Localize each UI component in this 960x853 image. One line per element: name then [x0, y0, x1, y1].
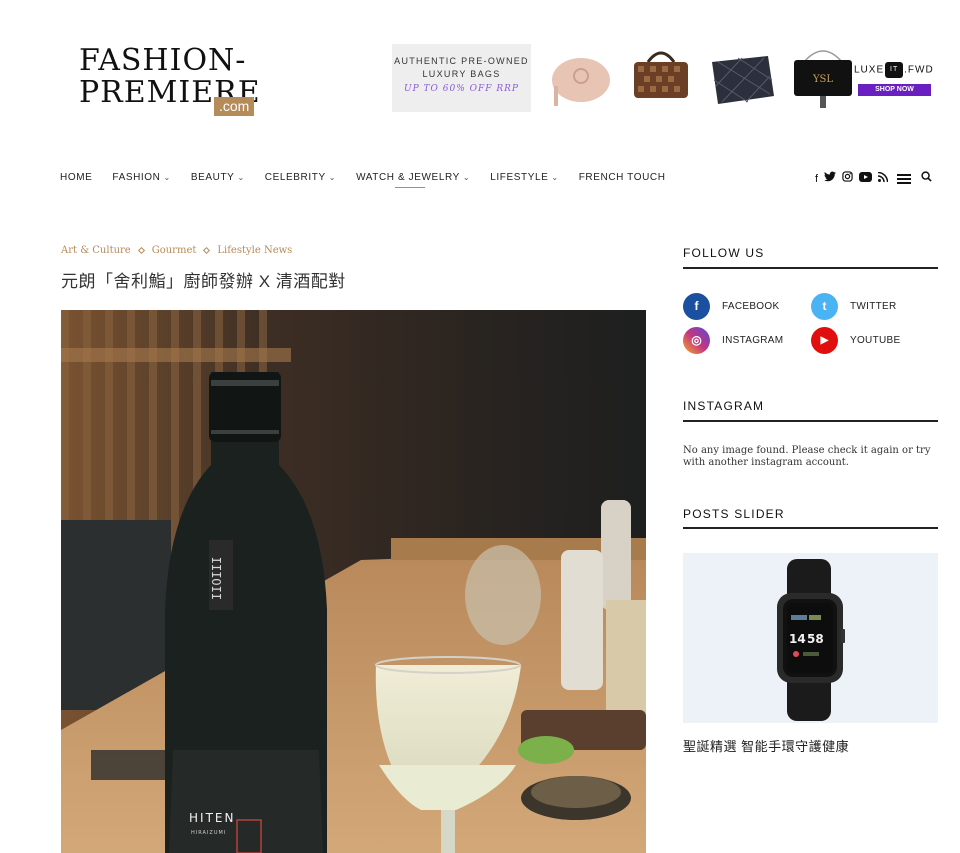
- main-nav: HOME FASHION ⌄ BEAUTY ⌄ CELEBRITY ⌄ WATCH & JEW…: [60, 171, 686, 188]
- nav-item-label: BEAUTY: [190, 172, 235, 183]
- featured-image[interactable]: IIOIII HITEN HIRAIZUMI: [61, 310, 646, 853]
- nav-item-label: LIFESTYLE: [490, 172, 549, 183]
- lock-icon: IT: [885, 62, 904, 78]
- quilted-bag-image: [712, 56, 774, 104]
- nav-item-fashion[interactable]: FASHION ⌄: [112, 171, 170, 187]
- nav-item-lifestyle[interactable]: LIFESTYLE ⌄: [490, 171, 559, 187]
- nav-item-label: FASHION: [112, 172, 161, 183]
- ad-banner[interactable]: AUTHENTIC PRE-OWNED LUXURY BAGS UP TO 60…: [392, 44, 938, 112]
- social-label-facebook: FACEBOOK: [722, 301, 780, 312]
- bottle-neck-text: IIOIII: [210, 557, 224, 600]
- search-icon[interactable]: [921, 171, 932, 186]
- brown-bag-image: [634, 51, 688, 98]
- youtube-icon: ▶: [811, 327, 838, 354]
- category-link[interactable]: Gourmet: [152, 245, 197, 256]
- facebook-icon[interactable]: f: [815, 172, 818, 186]
- banner-brand: LUXE IT .FWD: [854, 62, 934, 78]
- banner-text-box: AUTHENTIC PRE-OWNED LUXURY BAGS UP TO 60…: [392, 44, 531, 112]
- nav-item-label: CELEBRITY: [264, 172, 326, 183]
- social-label-youtube: YOUTUBE: [850, 335, 901, 346]
- site-logo[interactable]: FASHION- PREMIERE .com: [78, 43, 260, 120]
- category-link[interactable]: Lifestyle News: [217, 245, 292, 256]
- bottle-label: HITEN: [189, 811, 235, 825]
- posts-slider-rule: [683, 527, 938, 529]
- category-link[interactable]: Art & Culture: [61, 245, 131, 256]
- instagram-title: INSTAGRAM: [683, 399, 765, 413]
- slide-image[interactable]: 14 58: [683, 553, 938, 723]
- instagram-rule: [683, 420, 938, 422]
- social-twitter[interactable]: t TWITTER: [811, 293, 897, 320]
- chevron-down-icon: ⌄: [237, 173, 245, 182]
- brand-left: LUXE: [854, 64, 885, 76]
- logo-line-1: FASHION-: [79, 43, 247, 78]
- twitter-icon: t: [811, 293, 838, 320]
- watch-time-hours: 14: [789, 632, 806, 646]
- category-separator-icon: [137, 246, 145, 255]
- svg-text:YSL: YSL: [812, 74, 833, 85]
- chevron-down-icon: ⌄: [462, 173, 471, 182]
- social-label-instagram: INSTAGRAM: [722, 335, 784, 346]
- banner-line-3: UP TO 60% OFF RRP: [404, 84, 519, 94]
- brand-right: FWD: [907, 64, 934, 76]
- nav-item-french-touch[interactable]: FRENCH TOUCH: [579, 171, 666, 187]
- posts-slider-title: POSTS SLIDER: [683, 507, 785, 521]
- nav-item-beauty[interactable]: BEAUTY ⌄: [191, 171, 245, 187]
- nav-icons: f: [815, 171, 938, 186]
- social-instagram[interactable]: ◎ INSTAGRAM: [683, 327, 783, 354]
- instagram-icon: ◎: [683, 327, 710, 354]
- twitter-icon[interactable]: [824, 171, 837, 186]
- shop-now-button[interactable]: SHOP NOW: [858, 84, 931, 96]
- post-title[interactable]: 元朗「舍利鮨」廚師發辦 X 清酒配對: [61, 267, 346, 292]
- category-separator-icon: [203, 246, 211, 255]
- instagram-icon[interactable]: [842, 171, 853, 186]
- logo-suffix: .com: [214, 97, 255, 116]
- rss-icon[interactable]: [877, 171, 889, 186]
- social-label-twitter: TWITTER: [850, 301, 897, 312]
- social-youtube[interactable]: ▶ YOUTUBE: [811, 327, 900, 354]
- social-facebook[interactable]: f FACEBOOK: [683, 293, 779, 320]
- banner-line-1: AUTHENTIC PRE-OWNED: [394, 56, 529, 66]
- chevron-down-icon: ⌄: [163, 173, 171, 182]
- follow-us-rule: [683, 267, 938, 269]
- banner-line-2: LUXURY BAGS: [422, 69, 501, 79]
- slide-caption[interactable]: 聖誕精選 智能手環守護健康: [683, 736, 849, 755]
- pink-bag-image: [552, 58, 610, 106]
- nav-item-watch-jewelry[interactable]: WATCH & JEWELRY ⌄: [356, 171, 471, 188]
- watch-time-minutes: 58: [807, 632, 824, 646]
- youtube-icon[interactable]: [859, 171, 873, 186]
- nav-item-home[interactable]: HOME: [60, 171, 92, 187]
- menu-icon[interactable]: [897, 173, 912, 184]
- facebook-icon: f: [683, 293, 710, 320]
- nav-item-label: HOME: [60, 172, 93, 183]
- chevron-down-icon: ⌄: [551, 173, 559, 182]
- nav-item-celebrity[interactable]: CELEBRITY ⌄: [265, 171, 336, 187]
- follow-us-title: FOLLOW US: [683, 246, 765, 260]
- nav-item-label: FRENCH TOUCH: [578, 172, 666, 183]
- nav-item-label: WATCH & JEWELRY: [356, 172, 460, 183]
- instagram-message: No any image found. Please check it agai…: [683, 445, 931, 468]
- black-chain-bag-image: YSL: [794, 50, 852, 108]
- post-categories: Art & Culture Gourmet Lifestyle News: [61, 245, 292, 256]
- bottle-sublabel: HIRAIZUMI: [191, 830, 226, 836]
- chevron-down-icon: ⌄: [328, 173, 337, 182]
